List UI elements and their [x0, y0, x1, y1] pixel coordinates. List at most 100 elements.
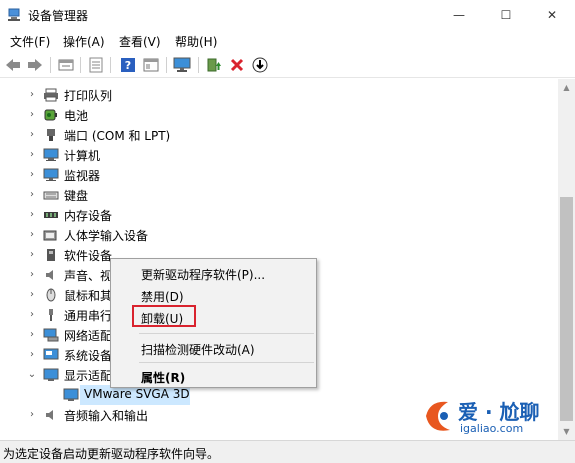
expand-arrow-icon[interactable]: ›	[27, 328, 37, 342]
view-icon[interactable]	[142, 56, 160, 74]
list-icon[interactable]	[87, 56, 105, 74]
tree-item-keyboards[interactable]: › 键盘	[0, 185, 558, 205]
context-properties-label: 属性(R)	[141, 371, 186, 385]
usb-icon	[49, 309, 53, 321]
monitor-icon[interactable]	[173, 56, 191, 74]
context-disable[interactable]: 禁用(D)	[111, 284, 316, 306]
tree-item-label: 人体学输入设备	[64, 229, 149, 243]
toolbar-separator	[166, 57, 167, 73]
tree-item-label: 声音、视	[64, 269, 113, 283]
tree-item-label: 电池	[64, 109, 89, 123]
vertical-scrollbar[interactable]: ▲ ▼	[558, 79, 575, 440]
context-properties[interactable]: 属性(R)	[111, 365, 316, 387]
hid-icon	[43, 230, 57, 241]
maximize-button[interactable]: ☐	[483, 0, 529, 30]
expand-arrow-icon[interactable]: ›	[27, 308, 37, 322]
expand-arrow-icon[interactable]: ›	[27, 268, 37, 282]
forward-icon[interactable]	[26, 56, 44, 74]
help-icon[interactable]: ?	[119, 56, 137, 74]
watermark-logo: 爱 · 尬聊 igaliao.com	[420, 392, 570, 440]
tree-item-hid[interactable]: › 人体学输入设备	[0, 225, 558, 245]
tree-item-label: 网络适配	[64, 329, 113, 343]
toolbar: ?	[0, 52, 575, 78]
device-manager-icon	[8, 8, 20, 21]
toolbar-separator	[80, 57, 81, 73]
menu-action[interactable]: 操作(A)	[61, 33, 107, 50]
tree-item-ports[interactable]: › 端口 (COM 和 LPT)	[0, 125, 558, 145]
context-scan-label: 扫描检测硬件改动(A)	[141, 343, 255, 357]
window-title: 设备管理器	[28, 9, 89, 23]
properties-icon[interactable]	[57, 56, 75, 74]
network-icon	[43, 328, 59, 342]
expand-arrow-icon[interactable]: ›	[27, 348, 37, 362]
expand-arrow-icon[interactable]: ›	[27, 208, 37, 222]
status-text: 为选定设备启动更新驱动程序软件向导。	[3, 447, 220, 461]
expand-arrow-icon[interactable]: ›	[27, 88, 37, 102]
expand-arrow-icon[interactable]: ›	[27, 228, 37, 242]
menu-help[interactable]: 帮助(H)	[173, 33, 219, 50]
tree-item-label: 内存设备	[64, 209, 113, 223]
expand-arrow-icon[interactable]: ›	[27, 108, 37, 122]
memory-icon	[44, 212, 58, 218]
expand-arrow-icon[interactable]: ›	[27, 148, 37, 162]
title-bar: 设备管理器 — ☐ ✕	[0, 0, 575, 30]
tree-item-print-queue[interactable]: › 打印队列	[0, 85, 558, 105]
expand-arrow-icon[interactable]: ›	[27, 248, 37, 262]
scroll-up-icon[interactable]: ▲	[558, 79, 575, 96]
tree-item-label: 键盘	[64, 189, 89, 203]
tree-item-memory[interactable]: › 内存设备	[0, 205, 558, 225]
tree-item-label: 通用串行	[64, 309, 113, 323]
computer-icon	[43, 148, 59, 161]
uninstall-icon[interactable]	[228, 56, 246, 74]
collapse-arrow-icon[interactable]: ⌄	[27, 368, 37, 382]
tree-item-computer[interactable]: › 计算机	[0, 145, 558, 165]
keyboard-icon	[43, 191, 59, 200]
battery-icon	[44, 109, 57, 121]
download-icon[interactable]	[251, 56, 269, 74]
minimize-button[interactable]: —	[436, 0, 482, 30]
tree-item-label: VMware SVGA 3D	[84, 387, 190, 401]
menu-view[interactable]: 查看(V)	[117, 33, 163, 50]
context-scan-hardware[interactable]: 扫描检测硬件改动(A)	[111, 337, 316, 359]
tree-item-label: 打印队列	[64, 89, 113, 103]
tree-item-battery[interactable]: › 电池	[0, 105, 558, 125]
expand-arrow-icon[interactable]: ›	[27, 288, 37, 302]
tree-item-label: 系统设备	[64, 349, 113, 363]
svg-text:?: ?	[125, 59, 131, 72]
context-separator	[139, 362, 314, 363]
tree-item-label: 计算机	[64, 149, 101, 163]
toolbar-separator	[198, 57, 199, 73]
toolbar-separator	[50, 57, 51, 73]
context-update-label: 更新驱动程序软件(P)...	[141, 268, 266, 282]
expand-arrow-icon[interactable]: ›	[27, 168, 37, 182]
uninstall-highlight-box	[132, 305, 196, 327]
toolbar-separator	[110, 57, 111, 73]
back-icon[interactable]	[4, 56, 22, 74]
watermark-url: igaliao.com	[460, 422, 524, 435]
tree-item-label: 音频输入和输出	[64, 409, 149, 423]
tree-item-label: 显示适配	[64, 369, 113, 383]
menu-bar: 文件(F) 操作(A) 查看(V) 帮助(H)	[0, 30, 575, 52]
context-menu: 更新驱动程序软件(P)... 禁用(D) 卸载(U) 扫描检测硬件改动(A) 属…	[110, 258, 317, 388]
software-icon	[47, 249, 55, 261]
update-driver-icon[interactable]	[205, 56, 223, 74]
close-button[interactable]: ✕	[529, 0, 575, 30]
tree-item-label: 鼠标和其	[64, 289, 113, 303]
context-disable-label: 禁用(D)	[141, 290, 184, 304]
expand-arrow-icon[interactable]: ›	[27, 128, 37, 142]
context-update-driver[interactable]: 更新驱动程序软件(P)...	[111, 262, 316, 284]
expand-arrow-icon[interactable]: ›	[27, 188, 37, 202]
mouse-icon	[46, 288, 56, 302]
tree-item-monitors[interactable]: › 监视器	[0, 165, 558, 185]
expand-arrow-icon[interactable]: ›	[27, 408, 37, 422]
menu-file[interactable]: 文件(F)	[8, 33, 52, 50]
tree-item-label: 端口 (COM 和 LPT)	[64, 129, 171, 143]
system-icon	[43, 348, 59, 360]
watermark-logo-icon	[426, 401, 450, 431]
display-adapter-icon	[63, 388, 79, 401]
tree-item-label: 软件设备	[64, 249, 113, 263]
tree-item-label: 监视器	[64, 169, 101, 183]
display-icon	[43, 368, 59, 381]
scroll-thumb[interactable]	[560, 197, 573, 421]
printer-icon	[44, 88, 58, 102]
